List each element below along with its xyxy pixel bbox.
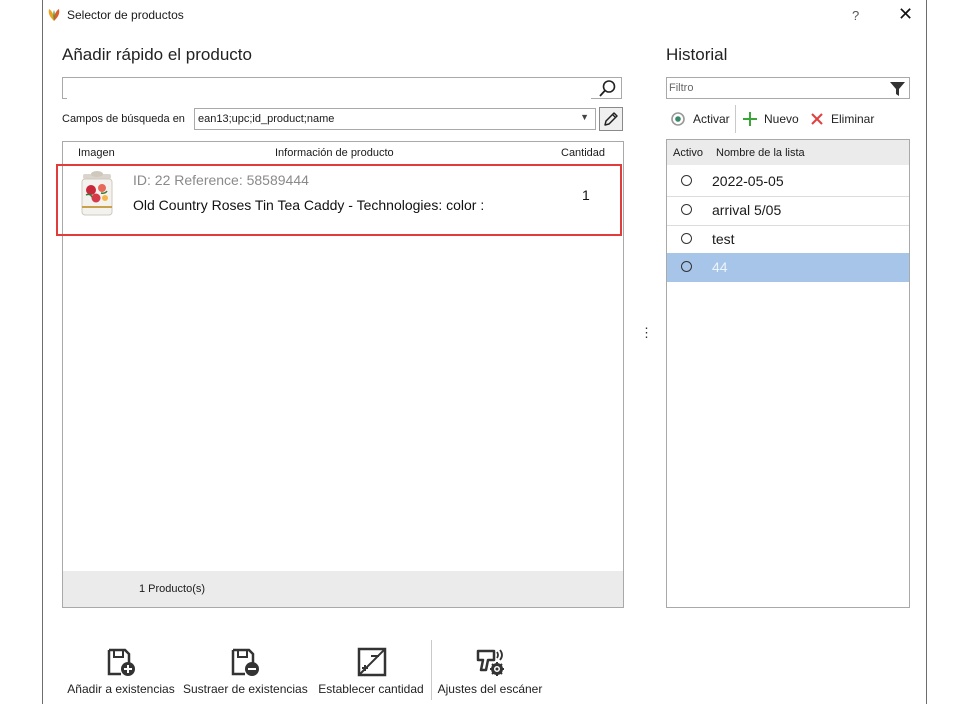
chevron-down-icon[interactable]: ▼ [580, 112, 589, 122]
history-filter-input[interactable]: Filtro [666, 77, 910, 99]
history-list[interactable]: Activo Nombre de la lista 2022-05-05 arr… [666, 139, 910, 608]
radio-icon[interactable] [681, 261, 692, 272]
activate-label: Activar [693, 112, 730, 126]
radio-icon[interactable] [681, 233, 692, 244]
search-fields-label: Campos de búsqueda en [62, 113, 185, 125]
history-list-header: Activo Nombre de la lista [667, 140, 909, 165]
product-count: 1 Producto(s) [139, 583, 206, 595]
pencil-icon [604, 112, 618, 126]
close-button[interactable]: ✕ [898, 4, 913, 25]
product-search-input[interactable] [67, 79, 591, 99]
toolbar-divider [431, 640, 432, 700]
set-quantity-label: Establecer cantidad [318, 682, 424, 696]
save-subtract-icon [231, 648, 259, 676]
delete-label: Eliminar [831, 112, 875, 126]
col-image[interactable]: Imagen [78, 147, 115, 159]
filter-placeholder: Filtro [669, 82, 694, 94]
quick-add-heading: Añadir rápido el producto [62, 45, 252, 64]
list-item-name: 44 [712, 259, 728, 275]
panel-splitter[interactable]: ⋮ [640, 325, 653, 341]
product-grid[interactable]: Imagen Información de producto Cantidad … [56, 141, 624, 608]
search-fields-select[interactable]: ean13;upc;id_product;name ▼ [194, 108, 596, 130]
app-logo-icon [48, 9, 60, 21]
delete-x-icon [811, 113, 823, 125]
toolbar-divider [735, 105, 736, 133]
grid-header: Imagen Información de producto Cantidad [63, 142, 623, 164]
history-heading: Historial [666, 45, 728, 64]
set-quantity-icon [357, 647, 387, 677]
radio-icon[interactable] [681, 204, 692, 215]
set-quantity-button[interactable]: Establecer cantidad [316, 646, 426, 696]
product-selector-window: Selector de productos ? ✕ Añadir rápido … [42, 0, 927, 704]
list-item[interactable]: arrival 5/05 [667, 196, 909, 225]
col-list-name[interactable]: Nombre de la lista [716, 147, 805, 159]
search-fields-value: ean13;upc;id_product;name [198, 113, 335, 125]
list-item-name: arrival 5/05 [712, 202, 782, 218]
scanner-settings-label: Ajustes del escáner [437, 682, 543, 696]
list-item-name: test [712, 231, 735, 247]
col-quantity[interactable]: Cantidad [561, 147, 605, 159]
scanner-gear-icon [476, 649, 504, 676]
new-label: Nuevo [764, 112, 799, 126]
help-button[interactable]: ? [852, 8, 859, 23]
row-highlight-frame [56, 164, 622, 236]
product-search-box[interactable] [62, 77, 622, 99]
search-icon[interactable] [598, 79, 617, 98]
add-stock-button[interactable]: Añadir a existencias [63, 646, 179, 696]
radio-icon[interactable] [681, 175, 692, 186]
activate-icon [671, 112, 685, 126]
subtract-stock-button[interactable]: Sustraer de existencias [183, 646, 308, 696]
list-item[interactable]: 2022-05-05 [667, 167, 909, 196]
list-item-name: 2022-05-05 [712, 173, 784, 189]
subtract-stock-label: Sustraer de existencias [183, 682, 308, 696]
scanner-settings-button[interactable]: Ajustes del escáner [435, 646, 545, 696]
add-stock-label: Añadir a existencias [67, 682, 175, 696]
filter-icon[interactable] [889, 81, 906, 97]
window-title: Selector de productos [67, 8, 184, 22]
plus-icon [743, 112, 757, 126]
col-product-info[interactable]: Información de producto [275, 147, 394, 159]
save-add-icon [107, 648, 135, 676]
edit-fields-button[interactable] [599, 107, 623, 131]
list-item[interactable]: test [667, 225, 909, 254]
col-active[interactable]: Activo [673, 147, 703, 159]
grid-footer: 1 Producto(s) [63, 571, 623, 607]
list-item-selected[interactable]: 44 [667, 253, 909, 282]
